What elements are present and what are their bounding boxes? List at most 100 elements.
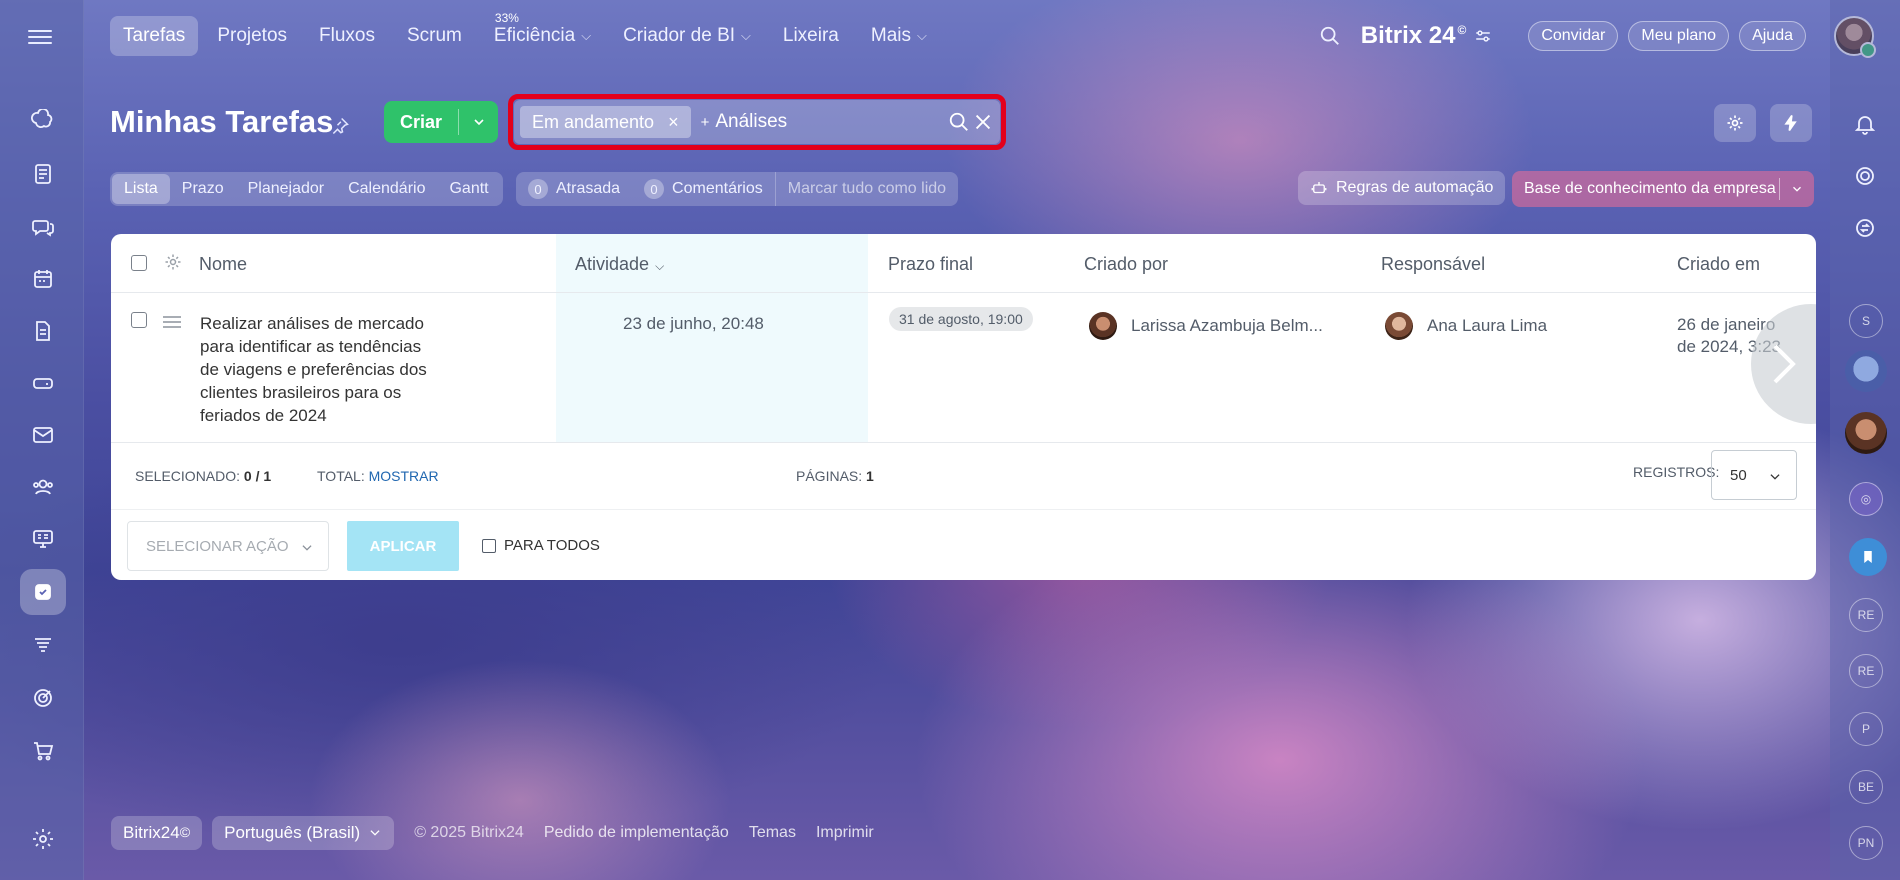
tab-lista[interactable]: Lista: [112, 174, 170, 204]
chevron-down-icon[interactable]: [459, 114, 498, 130]
for-all-checkbox[interactable]: PARA TODOS: [482, 537, 600, 554]
lightning-icon[interactable]: [1770, 104, 1812, 142]
divider: [111, 442, 1816, 443]
tab-prazo[interactable]: Prazo: [170, 174, 236, 204]
boards-icon[interactable]: [20, 516, 66, 562]
left-sidebar: [0, 0, 84, 880]
gear-icon[interactable]: [163, 252, 183, 272]
settings-icon[interactable]: [20, 816, 66, 862]
close-icon[interactable]: [972, 111, 994, 133]
drag-handle-icon[interactable]: [163, 316, 181, 330]
nav-projetos[interactable]: Projetos: [204, 16, 300, 56]
pin-icon[interactable]: [330, 116, 350, 136]
close-icon[interactable]: ×: [668, 112, 679, 133]
header-deadline[interactable]: Prazo final: [888, 254, 973, 275]
nav-eficiencia[interactable]: 33% Eficiência ⌵: [481, 11, 604, 56]
tab-calendario[interactable]: Calendário: [336, 174, 437, 204]
rail-contact[interactable]: PN: [1849, 826, 1883, 860]
bell-icon[interactable]: [1845, 104, 1885, 144]
rail-contact[interactable]: S: [1849, 304, 1883, 338]
footer-link-implementation[interactable]: Pedido de implementação: [544, 824, 729, 842]
tasks-check-icon[interactable]: [20, 569, 66, 615]
records-label: REGISTROS:: [1633, 464, 1720, 480]
nav-scrum[interactable]: Scrum: [394, 16, 475, 56]
nav-criador-de-bi[interactable]: Criador de BI ⌵: [610, 16, 764, 56]
mail-icon[interactable]: [20, 412, 66, 458]
header-activity[interactable]: Atividade ⌵: [575, 254, 664, 275]
select-all-checkbox[interactable]: [131, 255, 147, 271]
grid-header: Nome Atividade ⌵ Prazo final Criado por R…: [111, 234, 1816, 293]
tune-icon[interactable]: [1474, 27, 1492, 45]
target-icon[interactable]: [20, 675, 66, 721]
chevron-down-icon: ⌵: [581, 28, 592, 43]
records-per-page-select[interactable]: 50: [1711, 450, 1797, 500]
invite-button[interactable]: Convidar: [1528, 21, 1619, 51]
contacts-icon[interactable]: [20, 464, 66, 510]
search-icon[interactable]: [948, 111, 970, 133]
sync-chat-icon[interactable]: [1845, 208, 1885, 248]
my-plan-button[interactable]: Meu plano: [1628, 21, 1730, 51]
header-created-by[interactable]: Criado por: [1084, 254, 1168, 275]
rail-copilot-chat[interactable]: ◎: [1849, 482, 1883, 516]
menu-icon[interactable]: [28, 26, 52, 50]
rail-contact-photo[interactable]: [1845, 350, 1887, 392]
funnel-icon[interactable]: [20, 622, 66, 668]
rail-contact[interactable]: BE: [1849, 770, 1883, 804]
chat-icon[interactable]: [20, 204, 66, 250]
tab-gantt[interactable]: Gantt: [437, 174, 500, 204]
row-checkbox[interactable]: [131, 312, 147, 328]
brand-logo[interactable]: Bitrix 24 ©: [1361, 22, 1467, 50]
tasks-grid: Nome Atividade ⌵ Prazo final Criado por R…: [111, 234, 1816, 580]
document-icon[interactable]: [20, 308, 66, 354]
footer-link-themes[interactable]: Temas: [749, 824, 796, 842]
drive-icon[interactable]: [20, 360, 66, 406]
show-total-link[interactable]: MOSTRAR: [369, 468, 439, 484]
apply-button[interactable]: APLICAR: [347, 521, 459, 571]
header-created-at[interactable]: Criado em: [1677, 254, 1760, 275]
search-input[interactable]: [715, 111, 916, 133]
copilot-icon[interactable]: [1845, 156, 1885, 196]
created-by-user[interactable]: Larissa Azambuja Belm...: [1089, 312, 1323, 340]
header-responsible[interactable]: Responsável: [1381, 254, 1485, 275]
filter-chip[interactable]: Em andamento ×: [520, 106, 691, 138]
chevron-down-icon: ⌵: [917, 28, 927, 43]
automation-rules-button[interactable]: Regras de automação: [1298, 171, 1506, 205]
rail-contact[interactable]: P: [1849, 712, 1883, 746]
chevron-down-icon[interactable]: [1780, 182, 1814, 196]
knowledge-base-button[interactable]: Base de conhecimento da empresa: [1512, 171, 1814, 207]
task-name-link[interactable]: Realizar análises de mercado para identi…: [200, 312, 442, 427]
rail-contact-photo[interactable]: [1845, 412, 1887, 454]
add-filter-icon[interactable]: +: [701, 114, 710, 131]
nav-mais[interactable]: Mais ⌵: [858, 16, 940, 56]
help-button[interactable]: Ajuda: [1739, 21, 1806, 51]
language-select[interactable]: Português (Brasil): [212, 816, 395, 850]
mark-all-read[interactable]: Marcar tudo como lido: [774, 172, 958, 206]
responsible-user[interactable]: Ana Laura Lima: [1385, 312, 1547, 340]
counters-bar: 0 Atrasada 0 Comentários Marcar tudo como …: [516, 172, 959, 206]
tasks-list-icon[interactable]: [20, 151, 66, 197]
nav-fluxos[interactable]: Fluxos: [306, 16, 388, 56]
chevron-down-icon: ⌵: [655, 259, 665, 273]
nav-tarefas[interactable]: Tarefas: [110, 16, 199, 56]
right-rail: S ◎ RE RE P BE PN: [1830, 0, 1900, 880]
filter-search-box[interactable]: Em andamento × +: [514, 100, 1000, 144]
search-icon[interactable]: [1315, 21, 1345, 51]
create-button[interactable]: Criar: [384, 101, 498, 143]
feed-icon[interactable]: [20, 98, 66, 144]
deadline-badge[interactable]: 31 de agosto, 19:00: [889, 307, 1033, 331]
nav-lixeira[interactable]: Lixeira: [770, 16, 852, 56]
counter-comments[interactable]: 0 Comentários: [632, 172, 775, 206]
chevron-down-icon: [302, 545, 312, 551]
calendar-icon[interactable]: [20, 256, 66, 302]
gear-icon[interactable]: [1714, 104, 1756, 142]
select-action-dropdown[interactable]: SELECIONAR AÇÃO: [127, 521, 329, 571]
rail-contact[interactable]: RE: [1849, 654, 1883, 688]
cart-icon[interactable]: [20, 728, 66, 774]
footer-link-print[interactable]: Imprimir: [816, 824, 874, 842]
footer-brand[interactable]: Bitrix24 ©: [111, 816, 203, 850]
rail-contact[interactable]: RE: [1849, 598, 1883, 632]
counter-overdue[interactable]: 0 Atrasada: [516, 172, 632, 206]
bookmark-icon[interactable]: [1849, 538, 1887, 576]
header-name[interactable]: Nome: [199, 254, 247, 275]
tab-planejador[interactable]: Planejador: [236, 174, 337, 204]
